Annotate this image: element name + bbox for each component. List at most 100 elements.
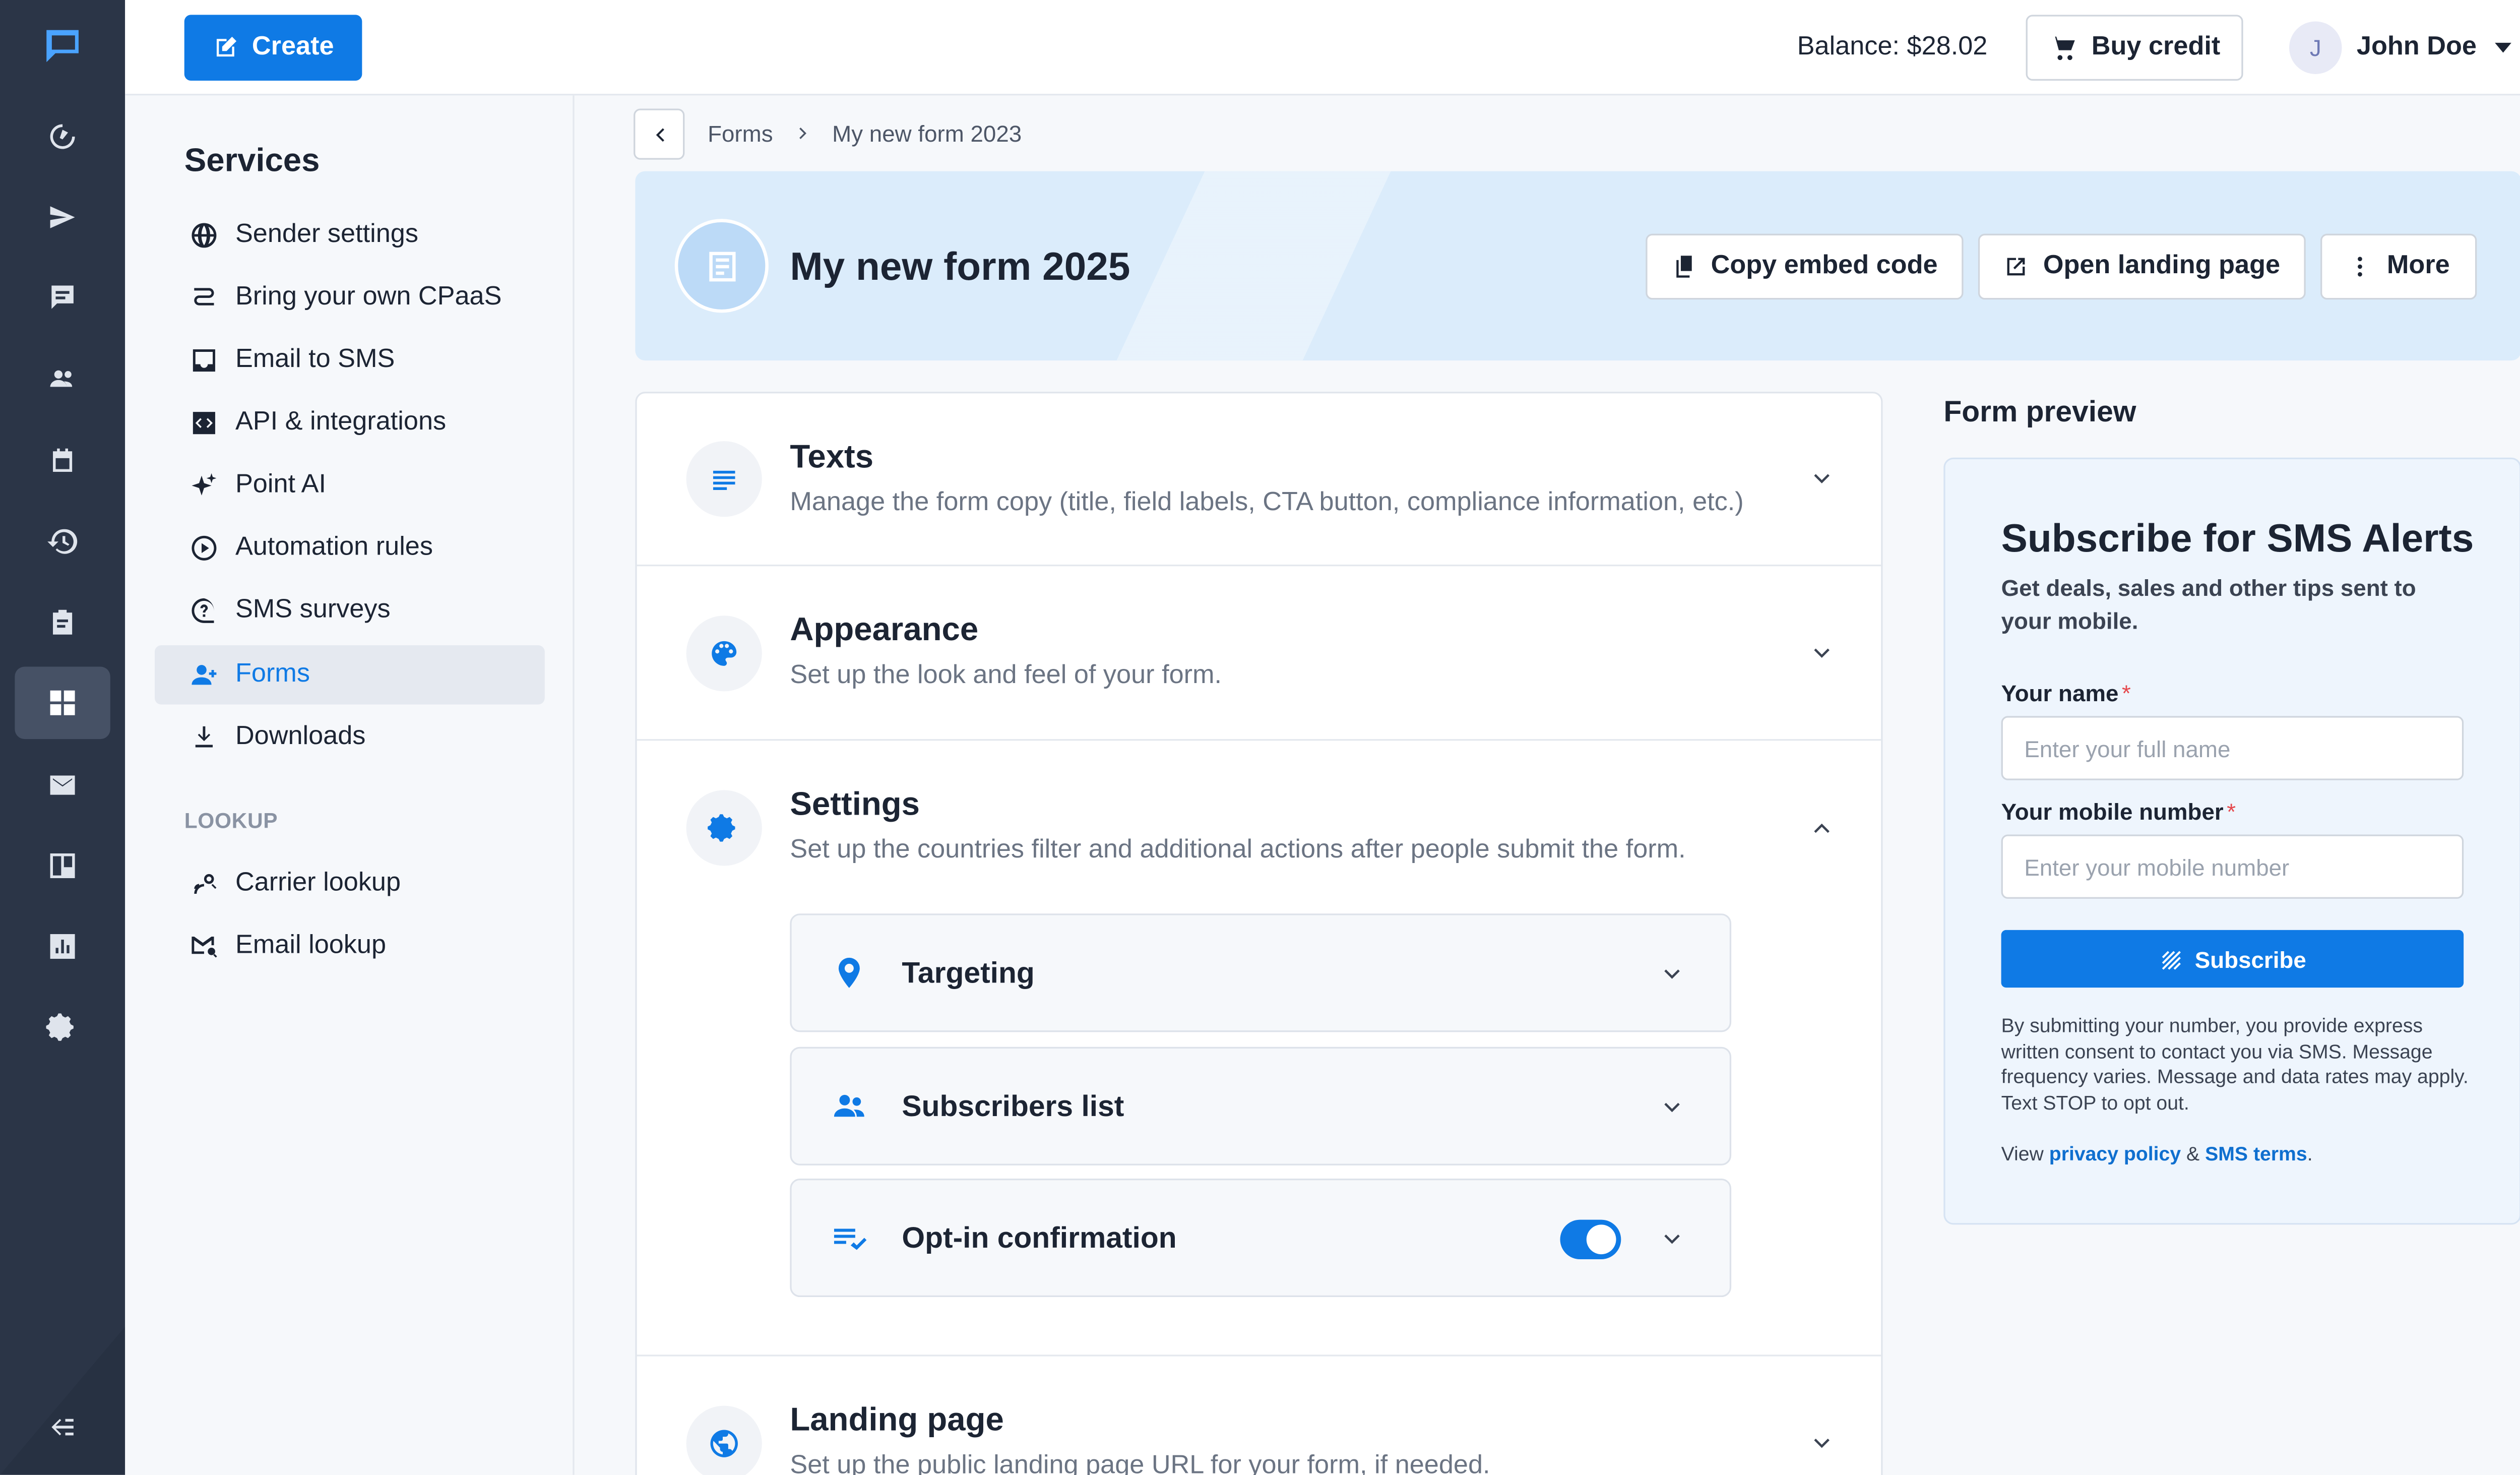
mobile-input[interactable]: Enter your mobile number: [2001, 834, 2464, 899]
location-pin-icon: [831, 955, 870, 994]
edit-icon: [217, 36, 237, 57]
gear-icon: [686, 790, 762, 866]
chevron-down-icon[interactable]: [1809, 466, 1835, 492]
sidebar-item-automation-rules[interactable]: Automation rules: [155, 519, 545, 578]
name-input[interactable]: Enter your full name: [2001, 716, 2464, 780]
more-button[interactable]: More: [2320, 233, 2477, 300]
inbox-icon: [193, 349, 215, 372]
sidebar-item-label: Email lookup: [235, 932, 387, 960]
chevron-right-icon: [799, 128, 806, 139]
globe-icon: [192, 223, 217, 248]
period: .: [2307, 1142, 2313, 1165]
download-icon: [195, 726, 213, 748]
sidebar-item-label: Downloads: [235, 722, 366, 751]
section-title: Appearance: [790, 612, 979, 649]
chevron-down-icon[interactable]: [1659, 1226, 1685, 1253]
sidebar-item-label: Forms: [235, 660, 310, 688]
sidebar-item-forms[interactable]: Forms: [154, 645, 545, 705]
hatch-icon: [2161, 950, 2180, 969]
preview-title: Subscribe for SMS Alerts: [2001, 517, 2474, 562]
top-bar: Create Balance: $28.02 Buy credit J John…: [125, 0, 2520, 96]
services-icon[interactable]: [15, 666, 110, 740]
sidebar-item-sms-surveys[interactable]: SMS surveys: [155, 581, 545, 641]
sidebar-item-api-integrations[interactable]: API & integrations: [155, 393, 545, 453]
section-description: Set up the countries filter and addition…: [790, 836, 1686, 865]
privacy-policy-link[interactable]: privacy policy: [2049, 1142, 2181, 1165]
form-preview-label: Form preview: [1943, 395, 2136, 428]
cart-icon: [2051, 36, 2075, 60]
name-label-text: Your name: [2001, 680, 2119, 706]
sidebar-item-point-ai[interactable]: Point AI: [155, 456, 545, 515]
sidebar-item-email-to-sms[interactable]: Email to SMS: [155, 331, 545, 390]
user-menu[interactable]: J John Doe: [2289, 21, 2511, 74]
services-sidebar: Services Sender settings Bring your own …: [125, 95, 575, 1475]
view-prefix: View: [2001, 1142, 2044, 1165]
sidebar-item-label: Carrier lookup: [235, 869, 401, 897]
required-mark: *: [2121, 680, 2131, 706]
history-icon[interactable]: [15, 505, 110, 578]
open-landing-page-button[interactable]: Open landing page: [1978, 233, 2306, 300]
opt-in-confirmation-panel[interactable]: Opt-in confirmation: [790, 1178, 1732, 1298]
route-icon: [194, 288, 214, 305]
settings-icon[interactable]: [15, 991, 110, 1064]
create-button[interactable]: Create: [184, 15, 362, 81]
copy-embed-code-button[interactable]: Copy embed code: [1646, 233, 1964, 300]
globe-icon: [686, 1405, 762, 1475]
email-search-icon: [192, 936, 217, 958]
required-mark: *: [2227, 798, 2236, 825]
chevron-down-icon[interactable]: [1809, 640, 1835, 666]
dashboard-icon[interactable]: [15, 100, 110, 173]
subscribe-button[interactable]: Subscribe: [2001, 930, 2464, 988]
chevron-down-icon[interactable]: [1659, 961, 1685, 988]
mail-icon[interactable]: [15, 749, 110, 822]
chevron-down-icon[interactable]: [1809, 1431, 1835, 1457]
templates-icon[interactable]: [15, 830, 110, 902]
opt-in-toggle[interactable]: [1560, 1219, 1621, 1259]
text-lines-icon: [686, 441, 762, 517]
copy-embed-code-label: Copy embed code: [1711, 252, 1938, 280]
form-header: My new form 2025 Copy embed code Open la…: [635, 171, 2520, 361]
back-button[interactable]: [634, 108, 685, 160]
question-icon: [192, 598, 214, 623]
lookup-group-label: LOOKUP: [184, 808, 278, 833]
sidebar-item-label: Email to SMS: [235, 345, 395, 374]
appearance-section[interactable]: Appearance Set up the look and feel of y…: [637, 566, 1881, 741]
create-button-label: Create: [251, 33, 334, 61]
clipboard-icon[interactable]: [15, 586, 110, 658]
sidebar-item-downloads[interactable]: Downloads: [155, 708, 545, 767]
chevron-down-icon[interactable]: [1659, 1094, 1685, 1121]
form-preview: Subscribe for SMS Alerts Get deals, sale…: [1943, 457, 2520, 1225]
open-landing-page-label: Open landing page: [2043, 252, 2281, 280]
buy-credit-label: Buy credit: [2091, 33, 2221, 61]
external-link-icon: [2008, 258, 2026, 276]
targeting-panel[interactable]: Targeting: [790, 913, 1732, 1032]
sidebar-item-email-lookup[interactable]: Email lookup: [155, 917, 545, 976]
code-icon: [193, 412, 215, 435]
sidebar-item-carrier-lookup[interactable]: Carrier lookup: [155, 854, 545, 914]
services-title: Services: [184, 143, 320, 179]
chevron-up-icon[interactable]: [1809, 815, 1835, 841]
sms-terms-link[interactable]: SMS terms: [2205, 1142, 2307, 1165]
panel-title: Subscribers list: [902, 1089, 1124, 1123]
send-icon[interactable]: [15, 181, 110, 254]
landing-page-section[interactable]: Landing page Set up the public landing p…: [637, 1357, 1881, 1475]
texts-section[interactable]: Texts Manage the form copy (title, field…: [637, 393, 1881, 567]
calendar-icon[interactable]: [15, 424, 110, 497]
section-title: Landing page: [790, 1402, 1004, 1439]
palette-icon: [686, 616, 762, 692]
subscribe-label: Subscribe: [2194, 945, 2306, 972]
reports-icon[interactable]: [15, 910, 110, 983]
subscribers-list-panel[interactable]: Subscribers list: [790, 1047, 1732, 1165]
collapse-icon[interactable]: [15, 1391, 110, 1463]
legal-text: By submitting your number, you provide e…: [2001, 1014, 2469, 1114]
buy-credit-button[interactable]: Buy credit: [2026, 15, 2243, 81]
contacts-icon[interactable]: [15, 342, 110, 415]
breadcrumb-parent-link[interactable]: Forms: [708, 120, 773, 146]
sidebar-item-sender-settings[interactable]: Sender settings: [155, 206, 545, 265]
chat-icon[interactable]: [15, 262, 110, 334]
person-add-icon: [192, 665, 217, 685]
logo-icon[interactable]: [15, 10, 110, 83]
sidebar-item-label: Sender settings: [235, 220, 418, 249]
more-label: More: [2386, 252, 2450, 280]
sidebar-item-byo-cpaas[interactable]: Bring your own CPaaS: [155, 268, 545, 328]
